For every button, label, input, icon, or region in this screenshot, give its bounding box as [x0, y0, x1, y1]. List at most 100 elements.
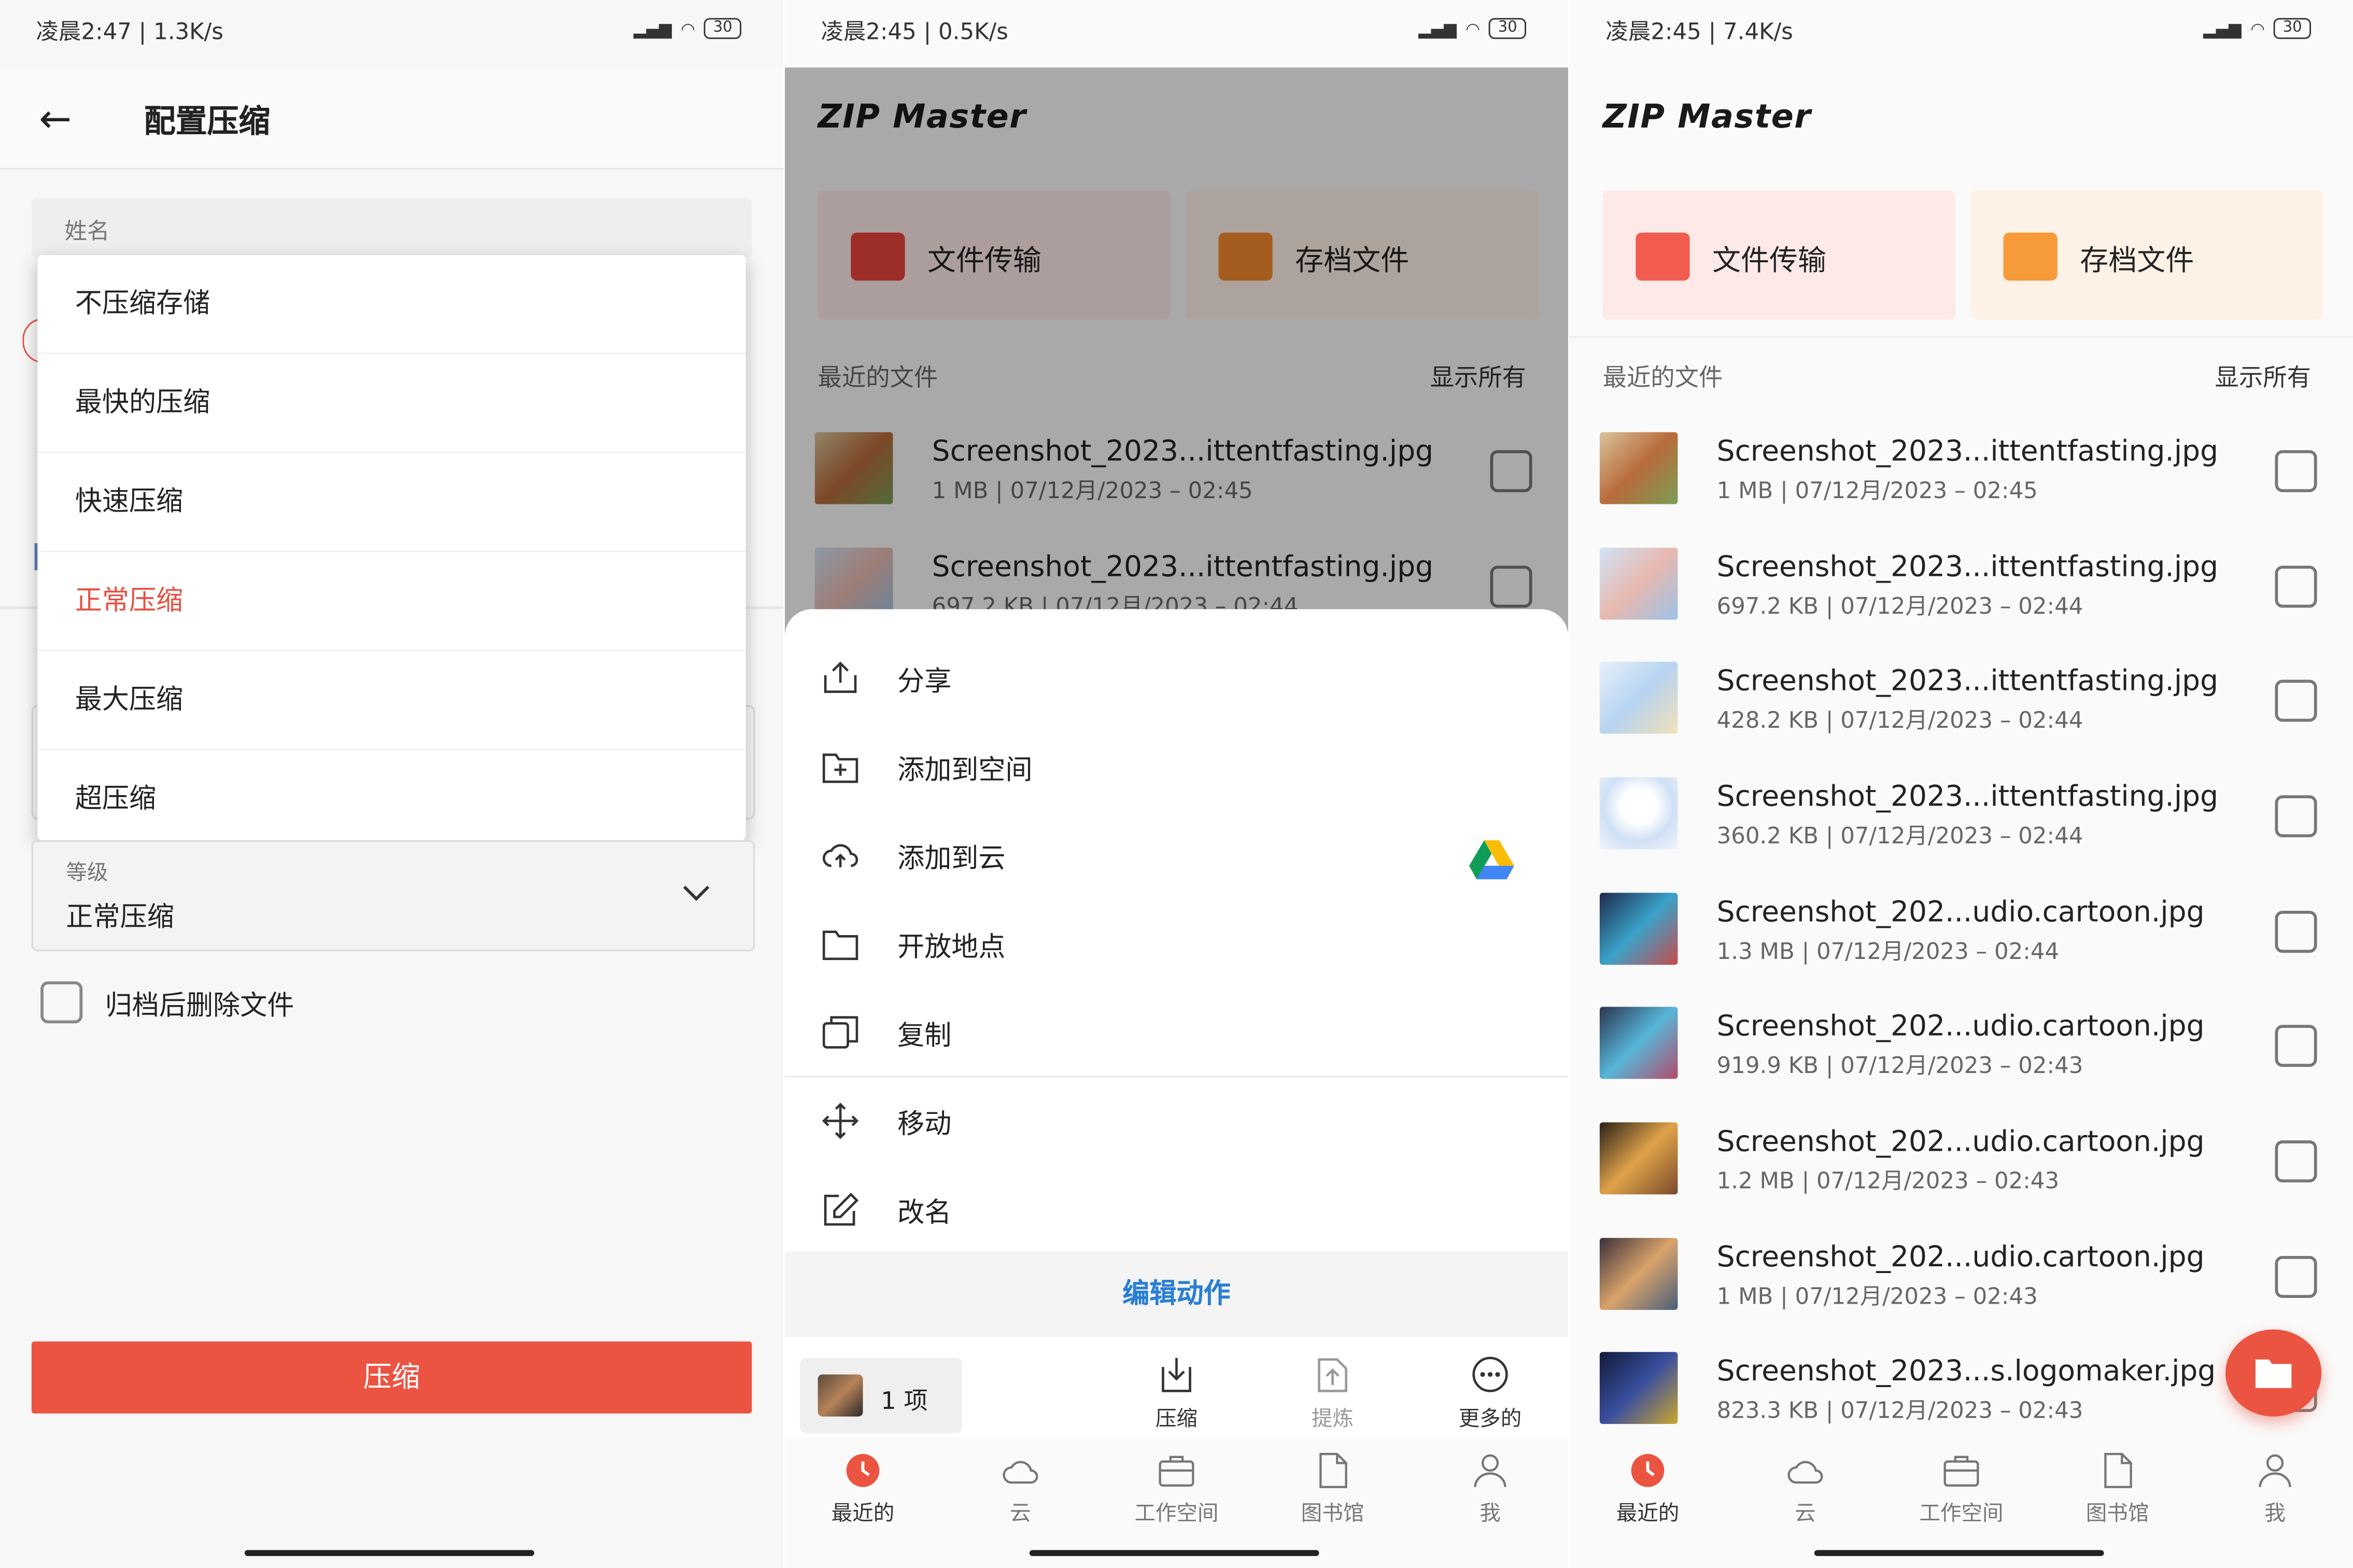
- move-label: 移动: [897, 1109, 952, 1141]
- compression-level-menu: 不压缩存储 最快的压缩 快速压缩 正常压缩 最大压缩 超压缩: [37, 255, 746, 841]
- document-icon: [2104, 1452, 2132, 1488]
- list-item[interactable]: Screenshot_202...udio.cartoon.jpg 1.2 MB…: [1570, 1101, 2353, 1216]
- folder-icon: [2255, 1359, 2292, 1388]
- page-title: 配置压缩: [144, 103, 271, 140]
- archive-files-card[interactable]: 存档文件: [1970, 190, 2323, 320]
- back-arrow-icon[interactable]: ←: [39, 97, 72, 143]
- nav-library[interactable]: 图书馆: [1273, 1452, 1393, 1528]
- file-thumbnail: [1599, 1122, 1678, 1195]
- person-icon: [2259, 1454, 2291, 1487]
- nav-me[interactable]: 我: [2215, 1452, 2335, 1528]
- more-action[interactable]: 更多的: [1445, 1355, 1535, 1433]
- file-meta: 428.2 KB | 07/12月/2023 – 02:44: [1716, 707, 2083, 734]
- nav-cloud-label: 云: [1795, 1502, 1816, 1527]
- open-location-label: 开放地点: [897, 931, 1006, 964]
- battery-icon: 30: [704, 18, 742, 39]
- file-checkbox[interactable]: [2275, 1255, 2317, 1298]
- nav-cloud[interactable]: 云: [1745, 1452, 1866, 1528]
- list-item[interactable]: Screenshot_2023...ittentfasting.jpg 360.…: [1570, 756, 2353, 870]
- file-thumbnail: [1599, 1007, 1678, 1079]
- compress-action[interactable]: 压缩: [1132, 1355, 1222, 1433]
- selection-thumbnail: [818, 1374, 863, 1417]
- name-field[interactable]: 姓名: [31, 198, 752, 258]
- copy-icon: [822, 1016, 858, 1049]
- battery-icon: 30: [1489, 18, 1527, 39]
- menu-item-fast[interactable]: 快速压缩: [37, 453, 746, 553]
- share-action[interactable]: 分享: [785, 635, 1568, 724]
- delete-after-archive-checkbox[interactable]: [40, 981, 83, 1024]
- archive-files-label: 存档文件: [2080, 244, 2194, 278]
- more-action-label: 更多的: [1458, 1407, 1522, 1432]
- status-icons: ▂▄▆ ◠ 30: [633, 18, 742, 39]
- menu-item-ultra[interactable]: 超压缩: [37, 750, 745, 847]
- level-select[interactable]: 等级 正常压缩: [31, 840, 755, 952]
- menu-item-store[interactable]: 不压缩存储: [37, 255, 746, 355]
- signal-icon: ▂▄▆: [1418, 19, 1457, 38]
- menu-item-maximum[interactable]: 最大压缩: [37, 651, 746, 751]
- file-checkbox[interactable]: [2275, 566, 2317, 608]
- nav-workspace[interactable]: 工作空间: [1117, 1452, 1237, 1528]
- show-all-link[interactable]: 显示所有: [2215, 357, 2311, 393]
- selection-action-bar: 1 项 压缩 提炼 更多的: [784, 1343, 1569, 1444]
- move-action[interactable]: 移动: [785, 1077, 1568, 1166]
- list-item[interactable]: Screenshot_202...udio.cartoon.jpg 1.3 MB…: [1570, 872, 2353, 986]
- selection-chip[interactable]: 1 项: [799, 1358, 962, 1433]
- file-checkbox[interactable]: [2275, 450, 2317, 492]
- clock-icon: [846, 1454, 880, 1487]
- nav-recent[interactable]: 最近的: [803, 1452, 923, 1528]
- open-folder-fab[interactable]: [2225, 1329, 2322, 1417]
- file-checkbox[interactable]: [2275, 795, 2317, 838]
- add-to-space-label: 添加到空间: [897, 755, 1033, 786]
- nav-me[interactable]: 我: [1430, 1452, 1551, 1528]
- file-meta: 919.9 KB | 07/12月/2023 – 02:43: [1716, 1052, 2083, 1079]
- file-checkbox[interactable]: [2275, 1140, 2317, 1183]
- compress-button[interactable]: 压缩: [31, 1341, 752, 1414]
- file-checkbox[interactable]: [2275, 680, 2317, 722]
- nav-recent[interactable]: 最近的: [1588, 1452, 1708, 1528]
- nav-workspace-label: 工作空间: [1919, 1502, 2004, 1527]
- rename-action[interactable]: 改名: [785, 1166, 1568, 1254]
- list-item[interactable]: Screenshot_2023...ittentfasting.jpg 428.…: [1570, 641, 2353, 755]
- nav-library[interactable]: 图书馆: [2058, 1452, 2178, 1528]
- file-name: Screenshot_202...udio.cartoon.jpg: [1716, 1240, 2205, 1274]
- google-drive-icon: [1469, 840, 1514, 880]
- nav-cloud-label: 云: [1010, 1502, 1031, 1527]
- compress-action-label: 压缩: [1155, 1407, 1198, 1432]
- recent-files-label: 最近的文件: [1602, 363, 1723, 392]
- status-time: 凌晨2:45 | 0.5K/s: [821, 18, 1008, 45]
- copy-label: 复制: [897, 1020, 952, 1052]
- home-indicator: [1814, 1550, 2104, 1556]
- list-item[interactable]: Screenshot_2023...ittentfasting.jpg 1 MB…: [1570, 411, 2353, 525]
- list-item[interactable]: Screenshot_202...udio.cartoon.jpg 1 MB |…: [1570, 1217, 2353, 1331]
- add-to-cloud-label: 添加到云: [897, 843, 1006, 875]
- list-item[interactable]: Screenshot_202...udio.cartoon.jpg 919.9 …: [1570, 986, 2353, 1100]
- nav-recent-label: 最近的: [831, 1502, 895, 1527]
- add-to-cloud-action[interactable]: 添加到云: [785, 812, 1568, 900]
- menu-item-fastest[interactable]: 最快的压缩: [37, 354, 746, 454]
- compress-icon: [1162, 1358, 1191, 1392]
- add-to-space-action[interactable]: 添加到空间: [785, 723, 1568, 812]
- file-transfer-icon: [1636, 232, 1690, 281]
- extract-action[interactable]: 提炼: [1288, 1355, 1378, 1433]
- nav-cloud[interactable]: 云: [961, 1452, 1081, 1528]
- file-checkbox[interactable]: [2275, 911, 2317, 953]
- briefcase-icon: [1159, 1456, 1194, 1487]
- file-thumbnail: [1599, 893, 1678, 965]
- file-thumbnail: [1599, 661, 1678, 734]
- status-time: 凌晨2:47 | 1.3K/s: [36, 18, 223, 45]
- scrim-overlay[interactable]: [784, 67, 1569, 638]
- list-item[interactable]: Screenshot_2023...ittentfasting.jpg 697.…: [1570, 527, 2353, 641]
- open-location-action[interactable]: 开放地点: [785, 900, 1568, 989]
- edit-actions-button[interactable]: 编辑动作: [784, 1251, 1569, 1337]
- file-transfer-card[interactable]: 文件传输: [1602, 190, 1955, 320]
- nav-me-label: 我: [1480, 1502, 1501, 1527]
- copy-action[interactable]: 复制: [785, 989, 1568, 1078]
- selection-count: 1 项: [881, 1386, 928, 1415]
- file-name: Screenshot_2023...ittentfasting.jpg: [1716, 780, 2219, 813]
- file-thumbnail: [1599, 432, 1678, 504]
- file-checkbox[interactable]: [2275, 1025, 2317, 1067]
- folder-icon: [822, 930, 858, 960]
- menu-item-normal[interactable]: 正常压缩: [37, 552, 746, 652]
- top-app-bar: ← 配置压缩: [0, 67, 784, 170]
- nav-workspace[interactable]: 工作空间: [1901, 1452, 2022, 1528]
